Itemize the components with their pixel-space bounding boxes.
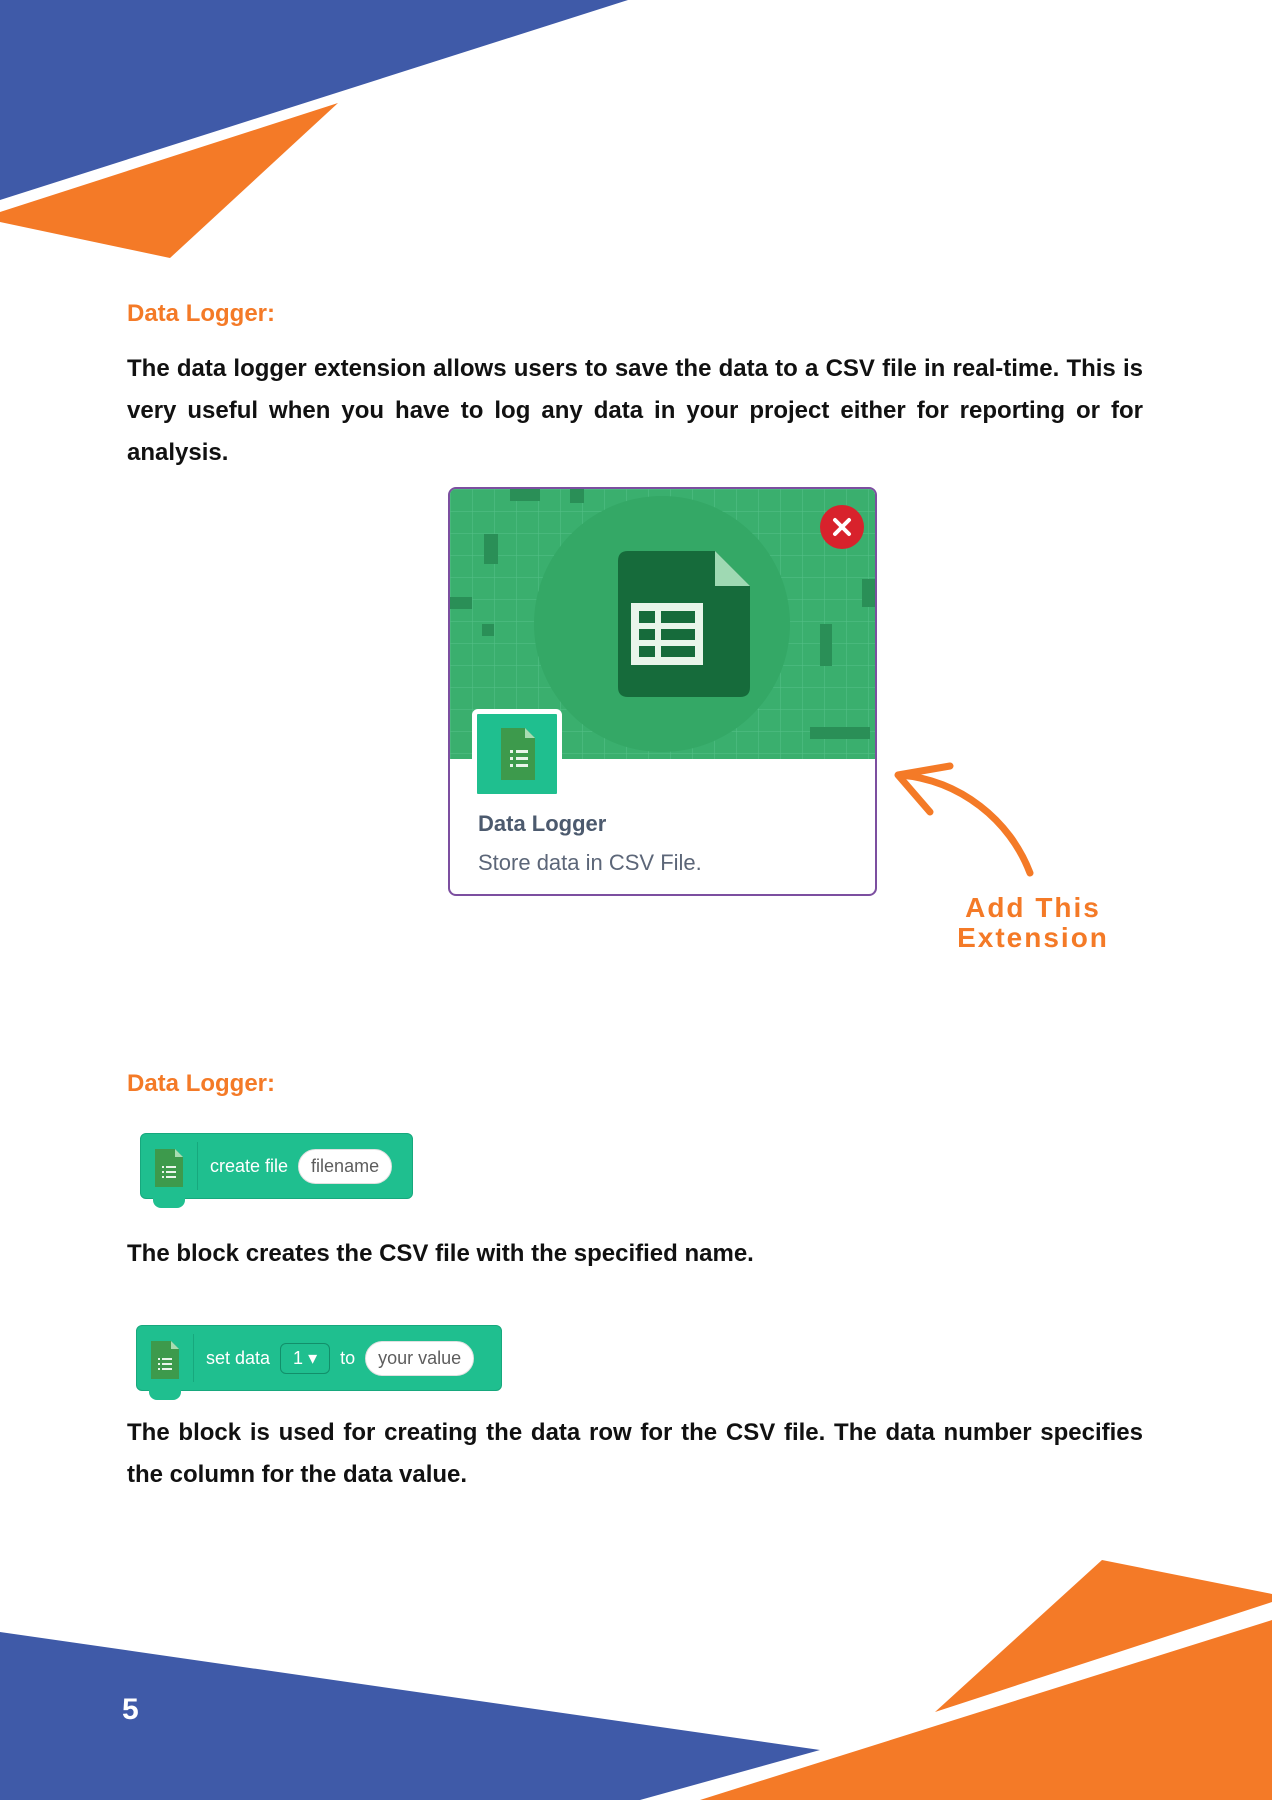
extension-card[interactable]: Data Logger Store data in CSV File. [448, 487, 877, 896]
block-notch [153, 1197, 185, 1208]
callout-line-2: Extension [957, 922, 1109, 953]
value-input[interactable]: your value [365, 1340, 475, 1376]
extension-description: Store data in CSV File. [478, 850, 702, 875]
dropdown-value: 1 [293, 1347, 304, 1368]
block1-description: The block creates the CSV file with the … [127, 1240, 754, 1267]
filename-input[interactable]: filename [298, 1148, 393, 1184]
data-logger-block-icon [141, 1133, 197, 1199]
caret-down-icon: ▾ [308, 1347, 318, 1368]
extension-thumbnail [472, 709, 562, 799]
create-file-block[interactable]: create file filename [140, 1133, 413, 1208]
block-separator [193, 1334, 194, 1382]
set-data-block[interactable]: set data 1 ▾ to your value [136, 1325, 502, 1400]
add-extension-callout: Add This Extension [930, 893, 1136, 953]
callout-line-1: Add This [965, 892, 1101, 923]
block-separator [197, 1142, 198, 1190]
block-label: create file [210, 1155, 289, 1176]
block2-description: The block is used for creating the data … [127, 1419, 1143, 1488]
remove-extension-button[interactable] [820, 505, 864, 549]
intro-paragraph: The data logger extension allows users t… [127, 355, 1143, 466]
page-number: 5 [122, 1693, 139, 1726]
section-heading: Data Logger: [127, 300, 276, 327]
close-icon [833, 518, 851, 536]
block-label: set data [206, 1347, 271, 1368]
block-label-to: to [340, 1347, 356, 1368]
spreadsheet-icon [501, 728, 535, 780]
extension-title: Data Logger [478, 811, 607, 836]
blocks-heading: Data Logger: [127, 1070, 276, 1097]
data-number-dropdown[interactable]: 1 ▾ [280, 1342, 331, 1374]
block-notch [149, 1389, 181, 1400]
top-corner-decoration [0, 0, 628, 258]
data-logger-block-icon [137, 1325, 193, 1391]
